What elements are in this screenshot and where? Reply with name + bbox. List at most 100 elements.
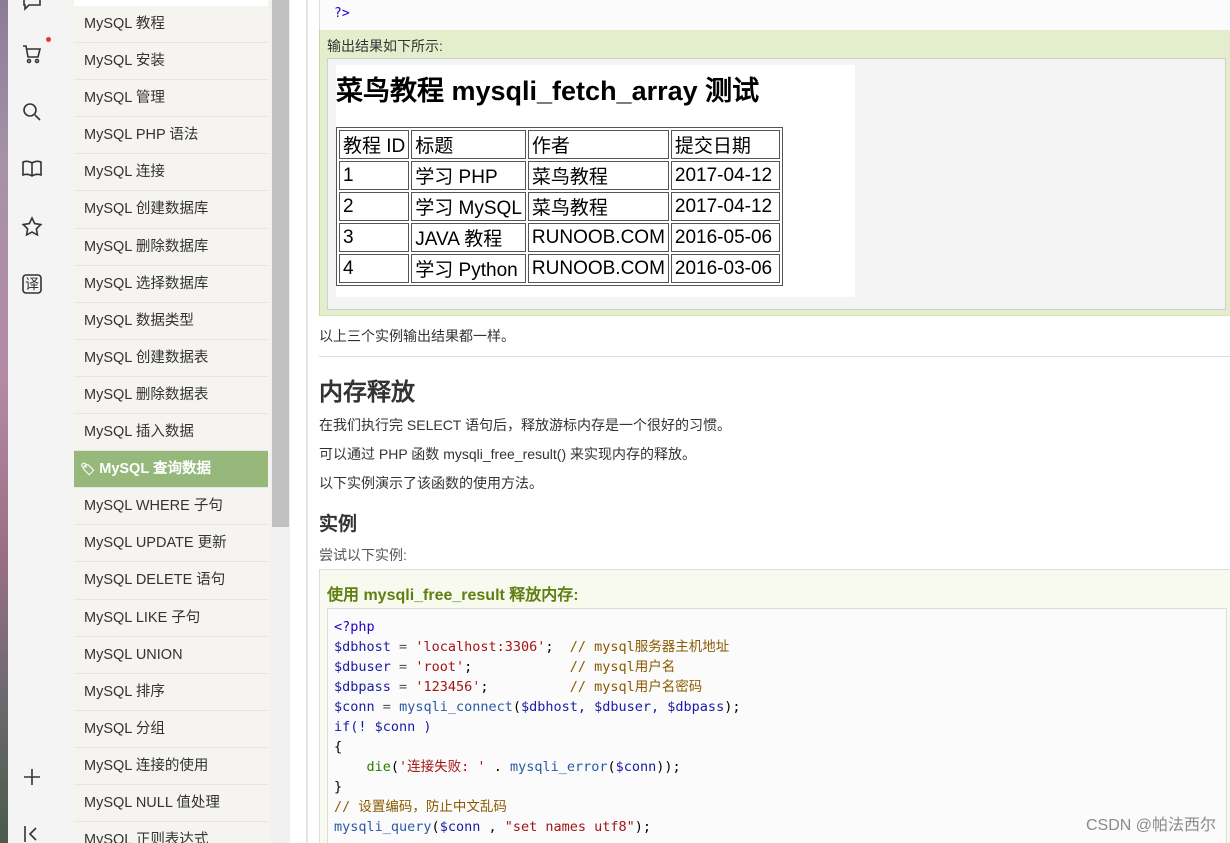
- chat-icon[interactable]: [18, 0, 46, 16]
- paragraph-2: 可以通过 PHP 函数 mysqli_free_result() 来实现内存的释…: [319, 446, 697, 462]
- sidebar-item-label: MySQL NULL 值处理: [84, 794, 220, 811]
- result-cell: 作者: [527, 130, 669, 159]
- tutorial-sidebar: MySQL 教程 MySQL 安装 MySQL 管理 MySQL PHP 语法 MySQ…: [70, 0, 270, 843]
- sidebar-item[interactable]: MySQL UPDATE 更新: [74, 525, 268, 563]
- translate-icon[interactable]: 译: [18, 270, 46, 298]
- code-brace-open: {: [334, 739, 343, 755]
- code-function: mysqli_error: [509, 759, 608, 775]
- sidebar-item-label: MySQL PHP 语法: [84, 127, 199, 144]
- try-label: 尝试以下实例:: [319, 547, 407, 563]
- sidebar-item-label: MySQL 教程: [84, 16, 165, 32]
- result-cell: 学习 PHP: [411, 161, 526, 190]
- sidebar-item[interactable]: MySQL NULL 值处理: [74, 785, 268, 823]
- code-var: $conn: [439, 819, 481, 835]
- star-icon[interactable]: [18, 213, 46, 241]
- notification-dot: [46, 37, 51, 42]
- sidebar-item[interactable]: MySQL 数据类型: [74, 303, 268, 340]
- sidebar-item[interactable]: MySQL 正则表达式: [74, 822, 268, 843]
- code-var: $dbuser: [334, 659, 391, 675]
- code-function: mysqli_connect: [399, 699, 513, 715]
- desktop-wallpaper-edge: [0, 0, 8, 843]
- sidebar-item-label: MySQL 插入数据: [84, 424, 194, 441]
- sidebar-item[interactable]: MySQL 连接的使用: [74, 748, 268, 785]
- sidebar-item-label: MySQL 正则表达式: [84, 832, 209, 843]
- result-table: 教程 ID 标题 作者 提交日期 1 学习 PHP 菜鸟教程 2017-04-12 2 学习 My…: [336, 127, 783, 286]
- sidebar-scrollbar-thumb[interactable]: [272, 0, 289, 527]
- search-icon[interactable]: [18, 98, 46, 126]
- output-box: 输出结果如下所示: 菜鸟教程 mysqli_fetch_array 测试 教程 …: [319, 30, 1230, 316]
- sidebar-item[interactable]: MySQL 排序: [74, 674, 268, 711]
- code-php-open: <?php: [334, 619, 375, 635]
- sidebar-item[interactable]: MySQL PHP 语法: [74, 117, 268, 155]
- sidebar-item-label: MySQL 数据类型: [84, 312, 194, 329]
- sidebar-item[interactable]: MySQL 插入数据: [74, 414, 268, 452]
- code-text: <?php $dbhost = 'localhost:3306'; // mys…: [334, 619, 741, 835]
- add-icon[interactable]: [18, 763, 46, 791]
- paragraph-3: 以下实例演示了该函数的使用方法。: [319, 475, 543, 491]
- result-cell: 菜鸟教程: [527, 192, 669, 221]
- sidebar-item[interactable]: MySQL 删除数据库: [74, 229, 268, 266]
- paragraph-1: 在我们执行完 SELECT 语句后，释放游标内存是一个很好的习惯。: [319, 417, 731, 433]
- sidebar-nav-list: MySQL 教程 MySQL 安装 MySQL 管理 MySQL PHP 语法 MySQ…: [70, 6, 270, 843]
- rail-gap: [58, 0, 70, 843]
- sidebar-item[interactable]: MySQL LIKE 子句: [74, 600, 268, 637]
- code-comment: // 设置编码，防止中文乱码: [334, 799, 507, 815]
- code-var: $dbhost: [334, 639, 391, 655]
- same-output-note: 以上三个实例输出结果都一样。: [319, 328, 515, 344]
- cart-icon[interactable]: [18, 40, 46, 68]
- code-die: die: [366, 759, 391, 775]
- output-image-frame: 菜鸟教程 mysqli_fetch_array 测试 教程 ID 标题 作者 提交日期…: [327, 58, 1226, 310]
- sidebar-item[interactable]: MySQL 删除数据表: [74, 377, 268, 415]
- code-string: '123456': [415, 679, 481, 695]
- sidebar-item[interactable]: MySQL 教程: [74, 6, 268, 44]
- result-title: 菜鸟教程 mysqli_fetch_array 测试: [336, 76, 760, 106]
- result-cell: 3: [339, 223, 410, 252]
- result-cell: 1: [339, 161, 410, 190]
- result-cell: 菜鸟教程: [527, 161, 669, 190]
- sidebar-item[interactable]: MySQL 连接: [74, 154, 268, 192]
- code-comment: // mysql用户名密码: [569, 679, 703, 695]
- sidebar-item[interactable]: MySQL 创建数据表: [74, 340, 268, 377]
- result-cell: 教程 ID: [339, 130, 410, 159]
- sidebar-item[interactable]: MySQL WHERE 子句: [74, 488, 268, 526]
- result-cell: RUNOOB.COM: [527, 254, 669, 283]
- sidebar-item[interactable]: MySQL UNION: [74, 637, 268, 674]
- code-string: 'root': [415, 659, 465, 675]
- translate-glyph: 译: [25, 276, 39, 292]
- sidebar-item-label: MySQL 管理: [84, 90, 165, 107]
- result-screenshot: 菜鸟教程 mysqli_fetch_array 测试 教程 ID 标题 作者 提交日期…: [336, 65, 855, 297]
- result-cell: 2017-04-12: [670, 161, 780, 190]
- code-var: $conn: [334, 699, 375, 715]
- sidebar-item[interactable]: MySQL 选择数据库: [74, 266, 268, 303]
- result-cell: 2016-05-06: [670, 223, 780, 252]
- result-cell: 4: [339, 254, 410, 283]
- section-divider: [319, 356, 1230, 357]
- sidebar-item[interactable]: MySQL 分组: [74, 711, 268, 748]
- sidebar-item-label: MySQL 创建数据表: [84, 349, 209, 366]
- code-comment: // mysql服务器主机地址: [569, 639, 730, 655]
- code-var: $conn: [615, 759, 657, 775]
- code-string: 'localhost:3306': [415, 639, 546, 655]
- sidebar-item-label: MySQL WHERE 子句: [84, 498, 223, 515]
- result-cell: 标题: [411, 130, 526, 159]
- result-header-row: 教程 ID 标题 作者 提交日期: [339, 130, 780, 159]
- sidebar-item[interactable]: MySQL 创建数据库: [74, 191, 268, 229]
- sidebar-item-label: MySQL 查询数据: [99, 461, 211, 478]
- icon-rail: 译: [0, 0, 58, 843]
- result-cell: 2016-03-06: [670, 254, 780, 283]
- sidebar-item[interactable]: MySQL 管理: [74, 80, 268, 118]
- code-comment: // mysql用户名: [569, 659, 676, 675]
- sidebar-item-label: MySQL 分组: [84, 720, 165, 737]
- example-heading: 实例: [319, 514, 358, 535]
- code-var: $dbpass: [334, 679, 391, 695]
- collapse-icon[interactable]: [18, 820, 46, 843]
- sidebar-item-label: MySQL DELETE 语句: [84, 572, 226, 589]
- sidebar-item[interactable]: 🏷 MySQL 查询数据: [74, 451, 268, 489]
- sidebar-item[interactable]: MySQL 安装: [74, 43, 268, 81]
- sidebar-item[interactable]: MySQL DELETE 语句: [74, 562, 268, 600]
- book-icon[interactable]: [18, 155, 46, 183]
- section-heading: 内存释放: [319, 379, 415, 406]
- sidebar-item-label: MySQL 排序: [84, 683, 165, 700]
- result-cell: 学习 MySQL: [411, 192, 526, 221]
- code-args: $dbhost, $dbuser, $dbpass: [521, 699, 725, 715]
